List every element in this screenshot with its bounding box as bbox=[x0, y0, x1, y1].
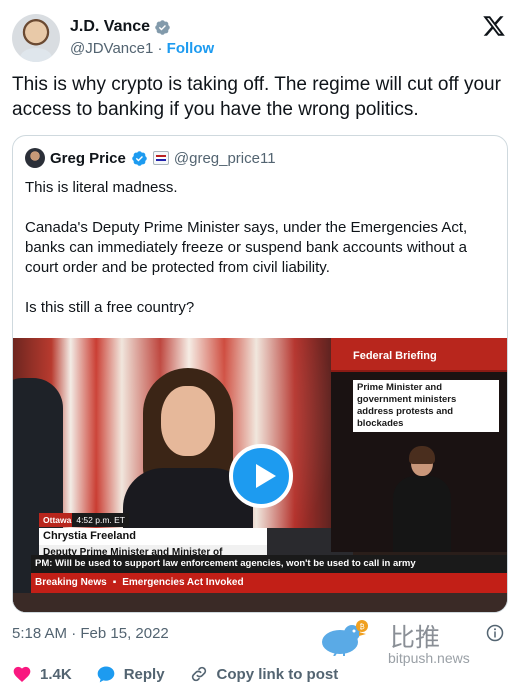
breaking-news-bar: Breaking News ▪ Emergencies Act Invoked bbox=[31, 573, 507, 593]
briefing-subtitle: Prime Minister and government ministers … bbox=[353, 380, 499, 432]
tweet-timestamp[interactable]: 5:18 AM · Feb 15, 2022 bbox=[12, 625, 169, 642]
author-name-row[interactable]: J.D. Vance bbox=[70, 18, 171, 36]
video-bottom-strip bbox=[13, 593, 507, 612]
reply-label: Reply bbox=[123, 665, 165, 683]
heart-icon bbox=[13, 666, 31, 682]
news-ticker: PM: Will be used to support law enforcem… bbox=[31, 555, 507, 573]
tweet-text: This is why crypto is taking off. The re… bbox=[12, 74, 501, 120]
breaking-label: Breaking News bbox=[35, 577, 107, 588]
watermark-chinese: 比推 bbox=[390, 623, 441, 652]
svg-text:₿: ₿ bbox=[360, 623, 365, 631]
author-handle-row: @JDVance1 · Follow bbox=[70, 40, 214, 57]
follow-button[interactable]: Follow bbox=[167, 40, 215, 57]
author-avatar[interactable] bbox=[12, 14, 60, 62]
like-button[interactable]: 1.4K bbox=[12, 664, 72, 684]
play-button[interactable] bbox=[229, 444, 293, 508]
author-handle[interactable]: @JDVance1 bbox=[70, 40, 153, 57]
briefing-side-panel: Federal Briefing Prime Minister and gove… bbox=[331, 338, 507, 552]
video-player[interactable]: Federal Briefing Prime Minister and gove… bbox=[13, 338, 507, 612]
quoted-avatar bbox=[25, 148, 45, 168]
action-bar: 1.4K Reply Copy link to post bbox=[12, 664, 362, 684]
ticker-bullet: ▪ bbox=[112, 577, 117, 588]
affiliation-flag-icon bbox=[152, 151, 169, 165]
copy-link-button[interactable]: Copy link to post bbox=[189, 664, 339, 684]
info-icon[interactable] bbox=[486, 624, 504, 642]
x-logo-icon[interactable] bbox=[482, 14, 506, 38]
quoted-verified-icon bbox=[132, 150, 147, 166]
author-name[interactable]: J.D. Vance bbox=[70, 18, 150, 36]
watermark-url: bitpush.news bbox=[388, 650, 470, 666]
briefing-title: Federal Briefing bbox=[353, 350, 437, 362]
quoted-text: This is literal madness. Canada's Deputy… bbox=[25, 179, 468, 316]
link-icon bbox=[191, 666, 206, 682]
sign-language-interpreter bbox=[391, 446, 451, 552]
quoted-author-name: Greg Price bbox=[50, 149, 126, 167]
broadcast-time: 4:52 p.m. ET bbox=[72, 513, 130, 527]
dot-separator: · bbox=[153, 40, 167, 57]
like-count: 1.4K bbox=[40, 665, 72, 683]
quoted-header: Greg Price @greg_price11 bbox=[25, 148, 276, 168]
tweet-header: J.D. Vance @JDVance1 · Follow bbox=[12, 12, 508, 64]
quoted-handle: @greg_price11 bbox=[173, 149, 276, 167]
breaking-headline: Emergencies Act Invoked bbox=[122, 577, 244, 588]
bird-logo-icon: ₿ bbox=[322, 620, 368, 656]
copy-link-label: Copy link to post bbox=[216, 665, 339, 683]
speaker-name: Chrystia Freeland bbox=[39, 528, 267, 545]
verified-badge-icon bbox=[155, 19, 170, 35]
location-tag: Ottawa bbox=[39, 513, 76, 527]
reply-button[interactable]: Reply bbox=[96, 664, 165, 684]
quoted-tweet[interactable]: Greg Price @greg_price11 This is literal… bbox=[12, 135, 508, 613]
reply-icon bbox=[97, 666, 115, 683]
